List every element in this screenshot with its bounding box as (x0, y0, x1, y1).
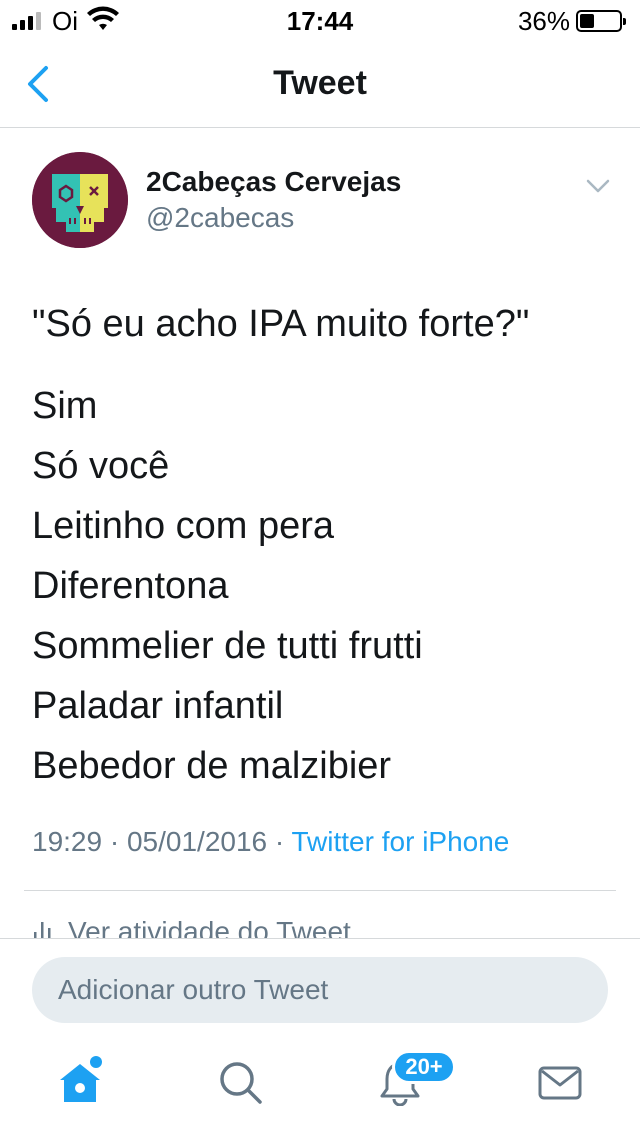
meta-separator: · (274, 826, 285, 857)
tweet-line: Sommelier de tutti frutti (32, 625, 423, 667)
chevron-down-icon[interactable] (584, 176, 612, 196)
status-bar: Oi 17:44 36% (0, 0, 640, 40)
bar-chart-icon (34, 922, 51, 938)
notifications-badge: 20+ (392, 1050, 456, 1084)
tweet-date: 05/01/2016 (126, 826, 268, 857)
tweet-activity-link[interactable]: Ver atividade do Tweet (32, 916, 351, 938)
page-title: Tweet (273, 64, 367, 102)
mail-icon[interactable] (536, 1058, 584, 1106)
search-icon[interactable] (216, 1058, 264, 1106)
divider (24, 890, 616, 891)
tweet-text-quote: "Só eu acho IPA muito forte?" (32, 303, 530, 345)
tweet-line: Leitinho com pera (32, 505, 335, 547)
tweet-line: Paladar infantil (32, 685, 284, 727)
tweet-source-link[interactable]: Twitter for iPhone (292, 826, 510, 857)
skull-logo-icon (32, 152, 128, 248)
battery-icon (576, 10, 626, 32)
reply-bar: Adicionar outro Tweet (0, 938, 640, 1030)
author-handle[interactable]: @2cabecas (146, 202, 294, 234)
tweet-line: Bebedor de malzibier (32, 745, 392, 787)
tweet-time: 19:29 (32, 826, 103, 857)
meta-separator: · (109, 826, 120, 857)
home-new-indicator (90, 1056, 102, 1068)
tweet-text-lines: Sim Só você Leitinho com pera Diferenton… (32, 376, 423, 796)
tweet-line: Só você (32, 445, 170, 487)
nav-bar: Tweet (0, 40, 640, 128)
activity-label: Ver atividade do Tweet (68, 916, 351, 938)
tweet-line: Diferentona (32, 565, 229, 607)
author-name[interactable]: 2Cabeças Cervejas (146, 166, 401, 198)
battery-percent: 36% (517, 6, 570, 36)
tab-bar: 20+ (0, 1030, 640, 1136)
tweet-meta: 19:29 · 05/01/2016 · Twitter for iPhone (32, 826, 509, 858)
tweet-line: Sim (32, 385, 98, 427)
avatar[interactable] (32, 152, 128, 248)
reply-input[interactable]: Adicionar outro Tweet (32, 957, 608, 1023)
